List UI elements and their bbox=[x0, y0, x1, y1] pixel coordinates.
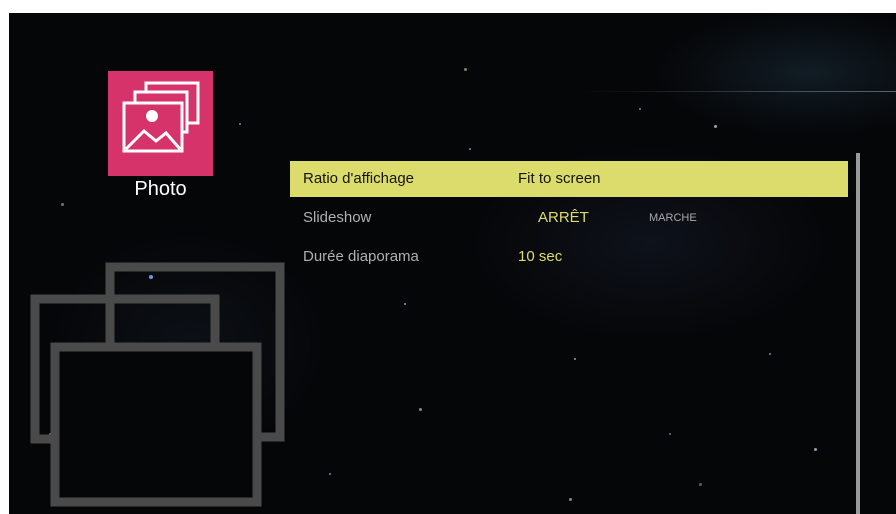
menu-row-label: Ratio d'affichage bbox=[303, 170, 414, 187]
decorative-line bbox=[581, 91, 896, 92]
menu-row-slideshow[interactable]: Slideshow ARRÊT MARCHE bbox=[290, 200, 848, 236]
menu-row-value: Fit to screen bbox=[518, 170, 601, 187]
slideshow-off-option[interactable]: ARRÊT bbox=[538, 200, 589, 236]
screen: Photo Ratio d'affichage Fit to screen Sl… bbox=[9, 13, 896, 514]
photo-frames-icon bbox=[27, 261, 287, 514]
menu-row-label: Slideshow bbox=[303, 209, 372, 226]
slideshow-on-option[interactable]: MARCHE bbox=[649, 200, 697, 236]
menu-row-value: 10 sec bbox=[518, 248, 563, 265]
menu-row-label: Durée diaporama bbox=[303, 248, 419, 265]
menu-row-slideshow-duration[interactable]: Durée diaporama 10 sec bbox=[290, 239, 848, 275]
photo-gallery-icon bbox=[108, 71, 213, 176]
scrollbar[interactable] bbox=[856, 153, 860, 514]
menu-row-display-ratio[interactable]: Ratio d'affichage Fit to screen bbox=[290, 161, 848, 197]
app-title: Photo bbox=[134, 178, 187, 200]
